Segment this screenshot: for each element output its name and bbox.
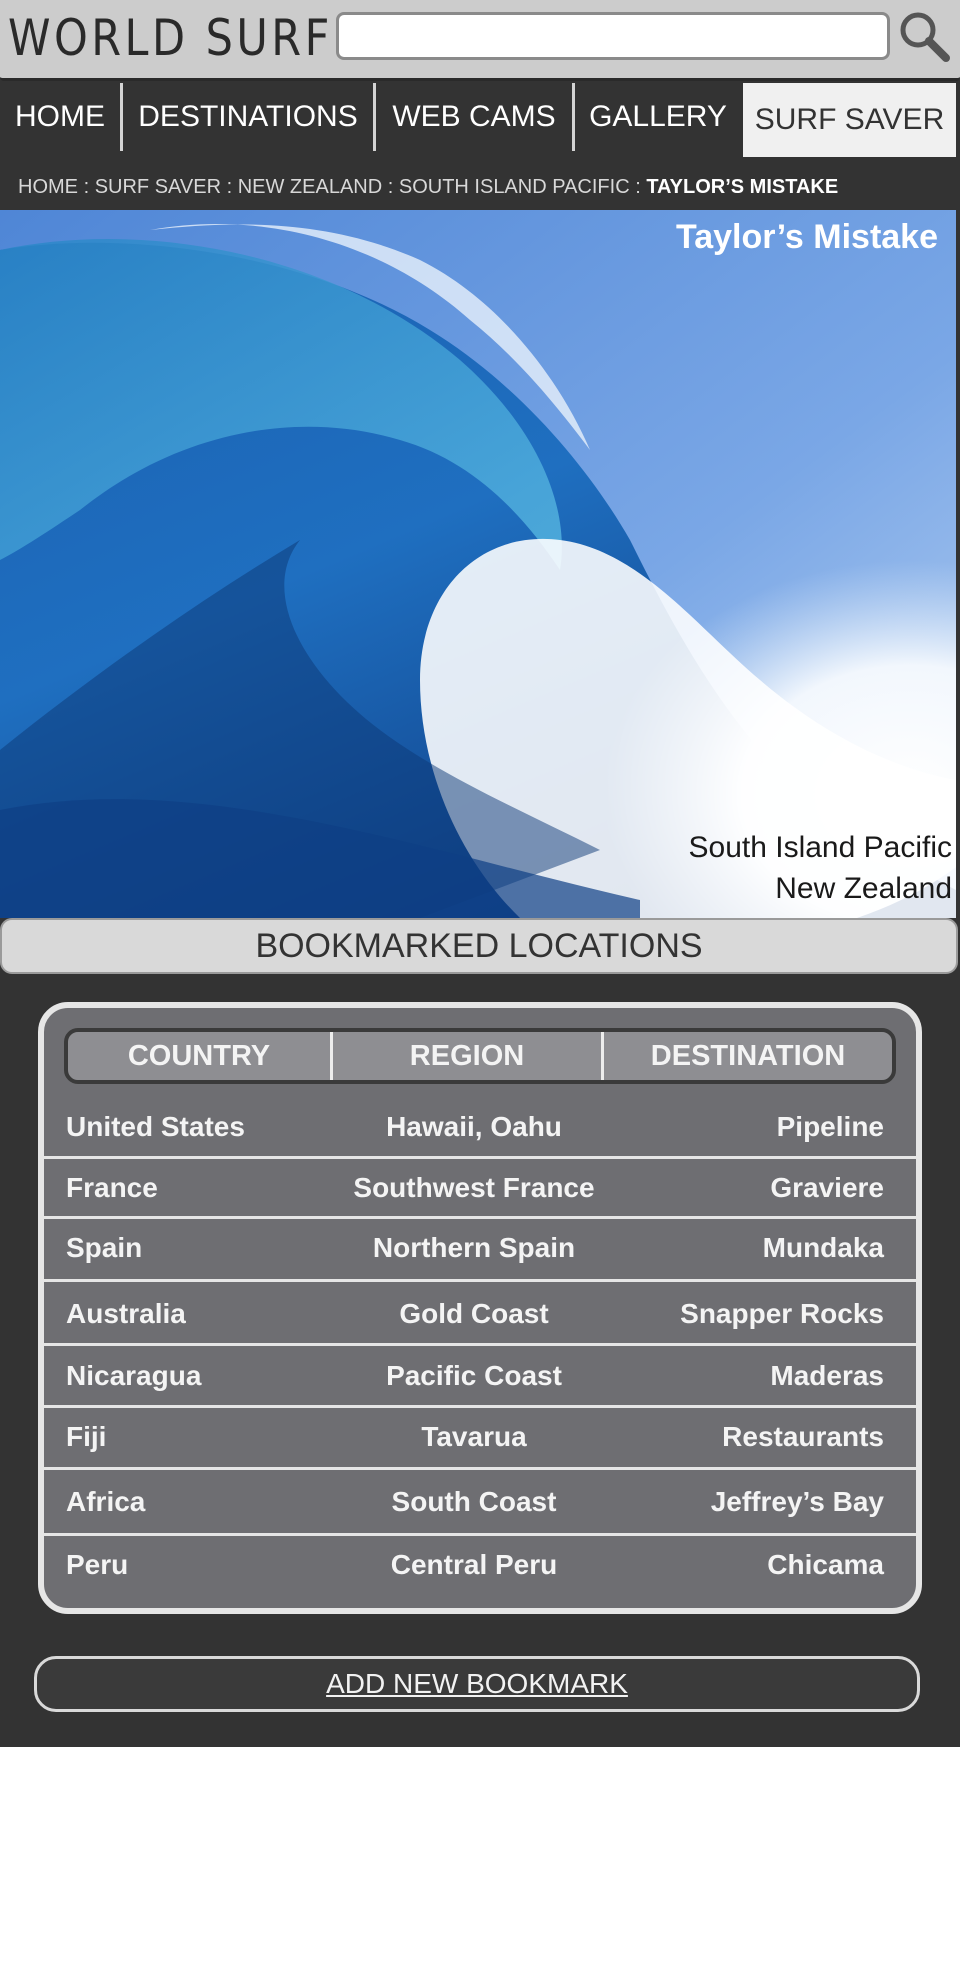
table-row[interactable]: United States Hawaii, Oahu Pipeline — [44, 1096, 916, 1158]
search-input[interactable] — [336, 12, 890, 60]
cell-country: France — [66, 1172, 158, 1203]
cell-destination: Restaurants — [722, 1421, 884, 1452]
table-row[interactable]: Nicaragua Pacific Coast Maderas — [44, 1345, 916, 1407]
breadcrumb-current: TAYLOR’S MISTAKE — [646, 176, 839, 198]
site-logo[interactable]: WORLD SURF — [8, 8, 333, 68]
nav-gallery[interactable]: GALLERY — [575, 83, 741, 151]
breadcrumb-separator: : — [83, 176, 90, 198]
table-row[interactable]: Australia Gold Coast Snapper Rocks — [44, 1283, 916, 1345]
row-divider — [44, 1279, 916, 1282]
add-bookmark-button[interactable]: ADD NEW BOOKMARK — [34, 1656, 920, 1712]
breadcrumb-home[interactable]: HOME — [18, 176, 78, 198]
cell-country: Africa — [66, 1486, 146, 1517]
breadcrumb-separator: : — [226, 176, 233, 198]
breadcrumb: HOME : SURF SAVER : NEW ZEALAND : SOUTH … — [18, 173, 838, 201]
cell-region: Central Peru — [390, 1549, 558, 1580]
breadcrumb-surf-saver[interactable]: SURF SAVER — [95, 176, 221, 198]
cell-country: Peru — [66, 1549, 129, 1580]
wave-illustration — [0, 210, 956, 918]
cell-region: Northern Spain — [372, 1232, 576, 1263]
main-nav: HOME DESTINATIONS WEB CAMS GALLERY SURF … — [0, 81, 960, 157]
table-row[interactable]: Peru Central Peru Chicama — [44, 1534, 916, 1596]
column-header-destination[interactable]: DESTINATION — [604, 1032, 892, 1080]
search-icon — [900, 12, 950, 62]
nav-surf-saver[interactable]: SURF SAVER — [743, 83, 956, 157]
cell-destination: Mundaka — [762, 1232, 884, 1263]
breadcrumb-separator: : — [387, 176, 394, 198]
table-row[interactable]: Spain Northern Spain Mundaka — [44, 1217, 916, 1279]
cell-country: Spain — [66, 1232, 143, 1263]
nav-home[interactable]: HOME — [0, 83, 120, 151]
search-button[interactable] — [896, 8, 952, 64]
cell-destination: Snapper Rocks — [680, 1298, 884, 1329]
cell-country: United States — [66, 1111, 245, 1142]
cell-destination: Maderas — [770, 1360, 884, 1391]
cell-country: Fiji — [66, 1421, 107, 1452]
cell-region: Southwest France — [353, 1172, 595, 1203]
cell-country: Australia — [66, 1298, 186, 1329]
hero-image: Taylor’s Mistake South Island Pacific Ne… — [0, 210, 956, 918]
table-header: COUNTRY REGION DESTINATION — [64, 1028, 896, 1084]
bookmarks-table: COUNTRY REGION DESTINATION United States… — [38, 1002, 922, 1614]
column-header-country[interactable]: COUNTRY — [68, 1032, 330, 1080]
breadcrumb-new-zealand[interactable]: NEW ZEALAND — [238, 176, 382, 198]
column-header-region[interactable]: REGION — [333, 1032, 601, 1080]
hero-title: Taylor’s Mistake — [675, 218, 938, 256]
cell-region: South Coast — [391, 1486, 557, 1517]
row-divider — [44, 1467, 916, 1470]
cell-destination: Chicama — [767, 1549, 884, 1580]
cell-region: Pacific Coast — [386, 1360, 562, 1391]
site-header: WORLD SURF — [0, 0, 960, 81]
nav-web-cams[interactable]: WEB CAMS — [376, 83, 572, 151]
hero-country: New Zealand — [775, 872, 952, 905]
cell-destination: Pipeline — [776, 1111, 884, 1142]
breadcrumb-separator: : — [635, 176, 641, 198]
table-row[interactable]: Africa South Coast Jeffrey’s Bay — [44, 1471, 916, 1533]
cell-destination: Jeffrey’s Bay — [710, 1486, 884, 1517]
cell-region: Hawaii, Oahu — [386, 1111, 562, 1142]
breadcrumb-south-island-pacific[interactable]: SOUTH ISLAND PACIFIC — [399, 176, 630, 198]
hero-region: South Island Pacific — [688, 831, 952, 864]
cell-country: Nicaragua — [66, 1360, 202, 1391]
table-row[interactable]: Fiji Tavarua Restaurants — [44, 1406, 916, 1468]
cell-destination: Graviere — [770, 1172, 884, 1203]
table-row[interactable]: France Southwest France Graviere — [44, 1157, 916, 1219]
cell-region: Gold Coast — [399, 1298, 549, 1329]
nav-destinations[interactable]: DESTINATIONS — [123, 83, 373, 151]
bookmarks-heading: BOOKMARKED LOCATIONS — [0, 918, 958, 974]
cell-region: Tavarua — [421, 1421, 527, 1452]
